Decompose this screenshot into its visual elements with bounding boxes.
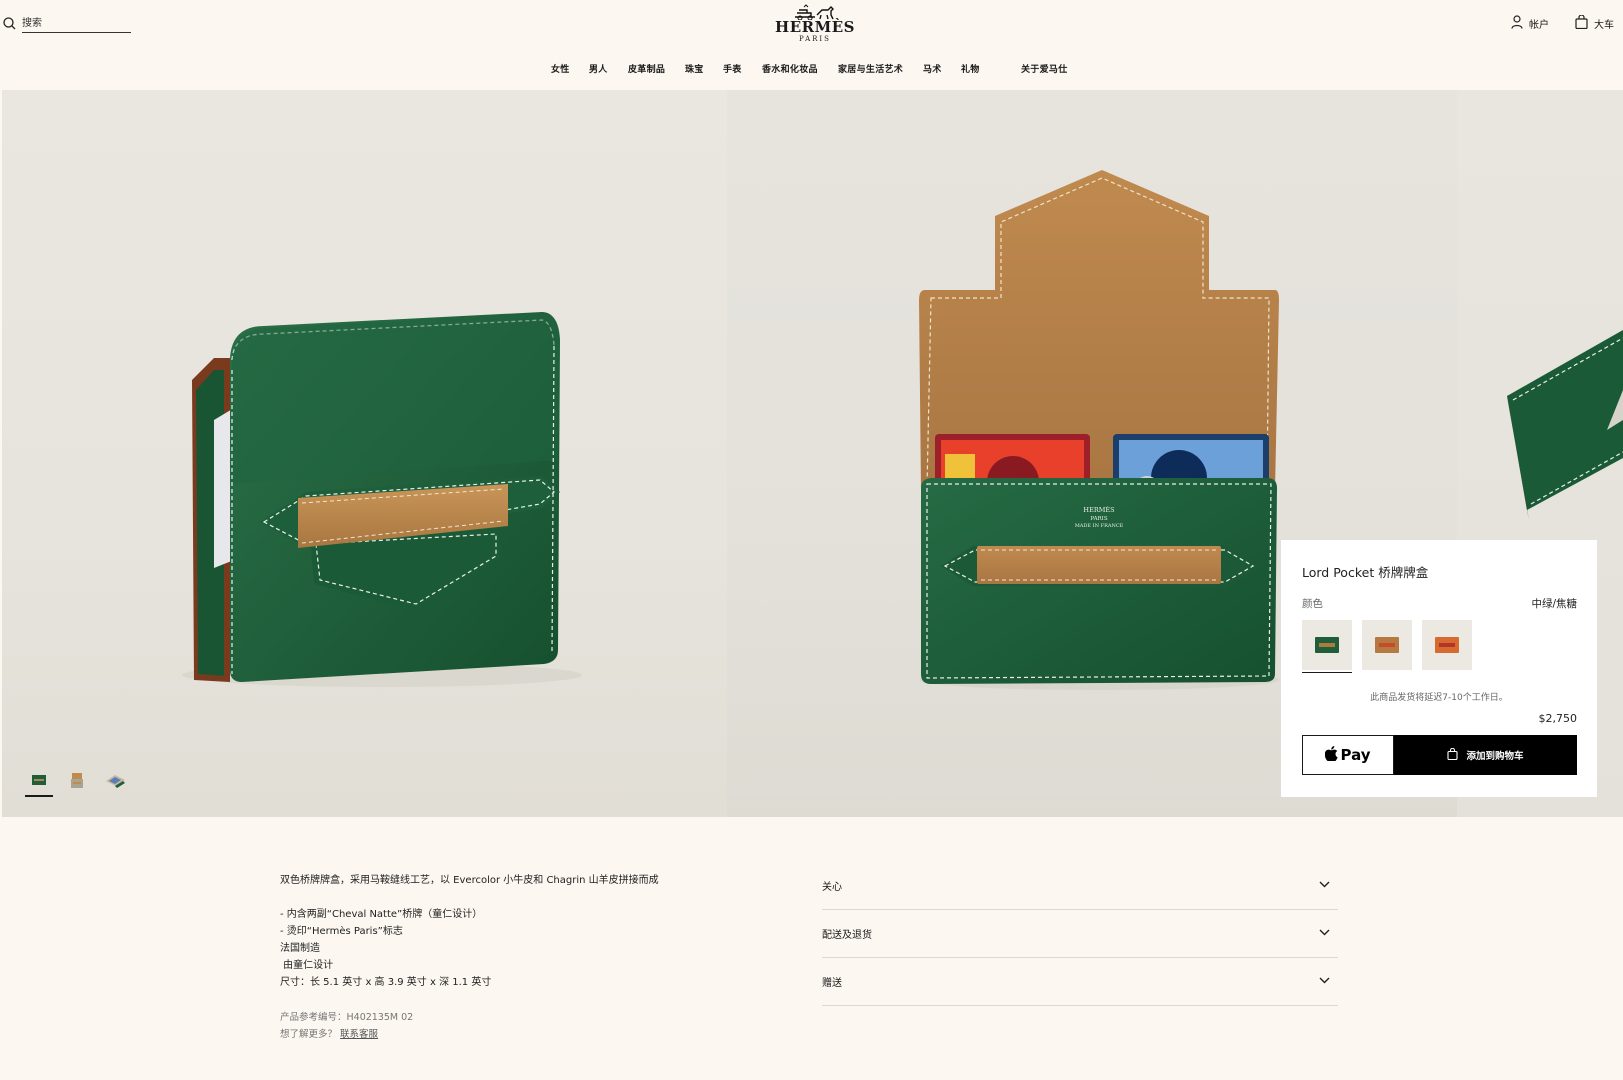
- nav-item-fragrance[interactable]: 香水和化妆品: [762, 62, 818, 75]
- contact-service-link[interactable]: 联系客服: [340, 1029, 378, 1040]
- nav-item-home[interactable]: 家居与生活艺术: [838, 62, 903, 75]
- product-meta: 产品参考编号：H402135M 02 想了解更多？ 联系客服: [280, 1009, 413, 1043]
- color-swatches: [1302, 620, 1472, 673]
- description-intro: 双色桥牌牌盒，采用马鞍缝线工艺，以 Evercolor 小牛皮和 Chagrin…: [280, 875, 659, 886]
- nav-item-leather-goods[interactable]: 皮革制品: [628, 62, 665, 75]
- nav-item-about[interactable]: 关于爱马仕: [1021, 62, 1068, 75]
- search-input[interactable]: [22, 16, 131, 33]
- closed-case-illustration: [182, 312, 582, 687]
- nav-item-men[interactable]: 男人: [589, 62, 608, 75]
- help-row: 想了解更多？ 联系客服: [280, 1026, 413, 1043]
- purchase-buttons: Pay 添加到购物车: [1302, 735, 1577, 775]
- thumbnail-1[interactable]: [25, 767, 53, 797]
- shopping-bag-icon: [1447, 747, 1459, 763]
- stamp-line-1: HERMÈS: [1083, 505, 1114, 514]
- apple-pay-label: Pay: [1340, 746, 1371, 764]
- cart-link[interactable]: 大车: [1575, 14, 1614, 32]
- thumbnail-2[interactable]: [63, 767, 91, 793]
- brand-logo[interactable]: HERMÈS PARIS: [773, 4, 857, 44]
- brand-name: HERMÈS: [775, 18, 855, 36]
- search-bar[interactable]: [3, 15, 131, 34]
- account-label: 帐户: [1529, 20, 1549, 31]
- nav-item-women[interactable]: 女性: [551, 62, 570, 75]
- thumbnail-3[interactable]: [101, 767, 129, 793]
- help-label: 想了解更多？: [280, 1029, 338, 1040]
- accordion-label: 配送及退货: [822, 930, 872, 941]
- accordion-gifting[interactable]: 赠送: [822, 958, 1338, 1006]
- description-line: 法国制造: [280, 943, 320, 954]
- gallery-thumbnails: [25, 767, 129, 797]
- accordion-label: 赠送: [822, 978, 842, 989]
- color-label: 颜色: [1302, 598, 1323, 610]
- product-title: Lord Pocket 桥牌牌盒: [1302, 565, 1429, 580]
- product-reference: 产品参考编号：H402135M 02: [280, 1012, 414, 1023]
- info-accordion: 关心 配送及退货 赠送: [822, 862, 1338, 1006]
- cart-label: 大车: [1594, 20, 1614, 31]
- nav-item-jewelry[interactable]: 珠宝: [685, 62, 704, 75]
- add-to-cart-label: 添加到购物车: [1466, 751, 1524, 762]
- user-icon: [1511, 15, 1523, 32]
- chevron-down-icon: [1319, 880, 1330, 891]
- nav-item-equestrian[interactable]: 马术: [923, 62, 942, 75]
- nav-item-gifts[interactable]: 礼物: [961, 62, 980, 75]
- swatch-green-caramel[interactable]: [1302, 620, 1352, 673]
- main-nav: 女性 男人 皮革制品 珠宝 手表 香水和化妆品 家居与生活艺术 马术 礼物 关于…: [0, 62, 1623, 78]
- stamp-line-2: PARIS: [1090, 516, 1107, 522]
- search-icon[interactable]: [3, 15, 16, 34]
- description-line: - 烫印“Hermès Paris”标志: [280, 926, 403, 937]
- apple-icon: [1325, 745, 1339, 765]
- accordion-label: 关心: [822, 882, 842, 893]
- brand-subtitle: PARIS: [799, 35, 831, 43]
- add-to-cart-button[interactable]: 添加到购物车: [1394, 735, 1577, 775]
- product-image-closed: [2, 90, 727, 817]
- shipping-note: 此商品发货将延迟7-10个工作日。: [1370, 693, 1508, 703]
- apple-pay-button[interactable]: Pay: [1302, 735, 1394, 775]
- product-description: 双色桥牌牌盒，采用马鞍缝线工艺，以 Evercolor 小牛皮和 Chagrin…: [280, 872, 740, 991]
- color-row: 颜色 中绿/焦糖: [1302, 596, 1577, 611]
- product-card: Lord Pocket 桥牌牌盒 颜色 中绿/焦糖 此商品发货将延迟7-10个工…: [1281, 540, 1597, 797]
- swatch-orange-red[interactable]: [1422, 620, 1472, 670]
- chevron-down-icon: [1319, 976, 1330, 987]
- chevron-down-icon: [1319, 928, 1330, 939]
- site-header: HERMÈS PARIS 帐户 大车 女性 男人 皮革制品 珠宝 手表 香水和化…: [0, 0, 1623, 90]
- color-value: 中绿/焦糖: [1531, 598, 1577, 610]
- description-line: - 内含两副“Cheval Natte”桥牌（童仁设计）: [280, 909, 483, 920]
- description-line: 由童仁设计: [280, 960, 334, 971]
- description-line: 尺寸：长 5.1 英寸 x 高 3.9 英寸 x 深 1.1 英寸: [280, 977, 492, 988]
- nav-item-watches[interactable]: 手表: [723, 62, 742, 75]
- account-link[interactable]: 帐户: [1511, 15, 1549, 32]
- accordion-care[interactable]: 关心: [822, 862, 1338, 910]
- stamp-line-3: MADE IN FRANCE: [1075, 523, 1124, 529]
- accordion-shipping[interactable]: 配送及退货: [822, 910, 1338, 958]
- product-price: $2,750: [1538, 712, 1578, 725]
- swatch-tan-red[interactable]: [1362, 620, 1412, 670]
- shopping-bag-icon: [1575, 14, 1588, 32]
